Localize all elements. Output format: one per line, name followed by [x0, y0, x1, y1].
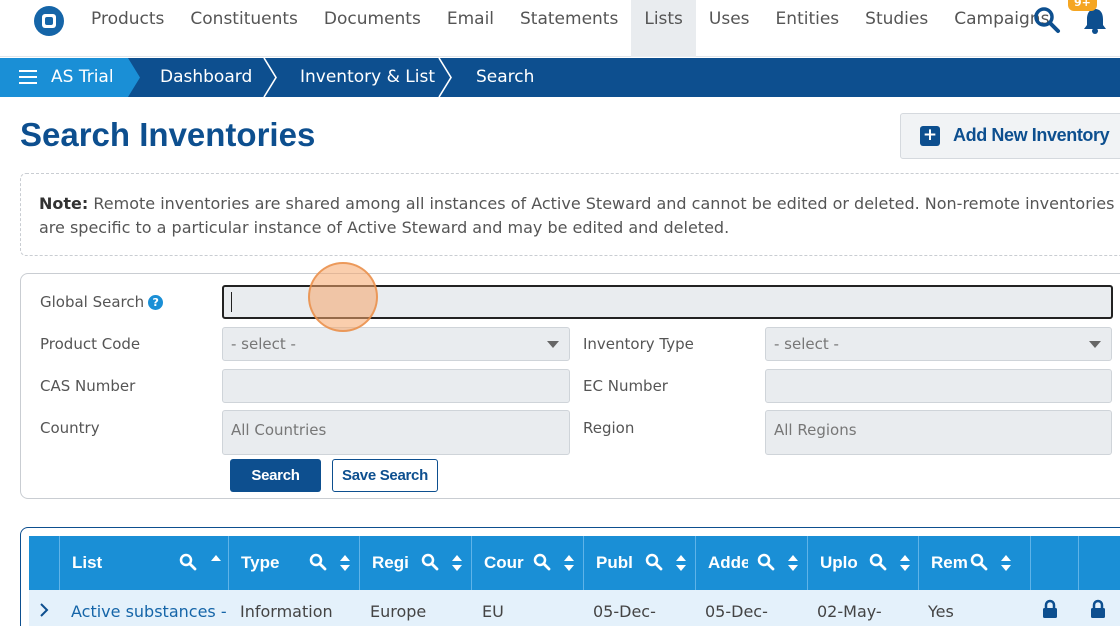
search-icon[interactable]: [421, 553, 439, 571]
country-input[interactable]: All Countries: [222, 410, 570, 455]
column-header-country[interactable]: Cour: [472, 536, 584, 590]
cell-published: 05-Dec-: [593, 602, 656, 621]
column-header-label: Type: [241, 553, 280, 572]
save-search-button[interactable]: Save Search: [332, 459, 438, 492]
plus-icon: +: [920, 126, 940, 146]
nav-item-studies[interactable]: Studies: [852, 0, 941, 57]
add-new-inventory-label: Add New Inventory: [953, 125, 1110, 145]
search-icon[interactable]: [645, 553, 663, 571]
inventory-type-label: Inventory Type: [583, 335, 694, 353]
product-code-select[interactable]: - select -: [222, 327, 570, 361]
nav-item-products[interactable]: Products: [78, 0, 177, 57]
sort-icon[interactable]: [900, 554, 910, 572]
column-header-remote[interactable]: Rem: [919, 536, 1031, 590]
chevron-right-icon: [438, 58, 452, 97]
region-input[interactable]: All Regions: [765, 410, 1112, 455]
sort-icon[interactable]: [788, 554, 798, 572]
note-label: Note:: [39, 194, 89, 213]
page-title: Search Inventories: [20, 116, 316, 153]
column-header-type[interactable]: Type: [229, 536, 360, 590]
nav-item-entities[interactable]: Entities: [763, 0, 853, 57]
sort-icon[interactable]: [1001, 554, 1011, 572]
column-header-action: [1031, 536, 1079, 590]
add-new-inventory-button[interactable]: + Add New Inventory: [900, 113, 1120, 159]
hamburger-menu-icon[interactable]: [19, 70, 37, 84]
info-note: Note: Remote inventories are shared amon…: [20, 173, 1120, 256]
global-search-label-wrap: Global Search?: [40, 293, 164, 311]
cell-country: EU: [482, 602, 504, 621]
cell-added: 05-Dec-: [705, 602, 768, 621]
note-text: Remote inventories are shared among all …: [39, 194, 1115, 237]
global-search-label: Global Search: [40, 293, 145, 311]
cell-remote: Yes: [928, 602, 954, 621]
cell-uploaded: 02-May-: [817, 602, 882, 621]
nav-item-documents[interactable]: Documents: [311, 0, 434, 57]
sort-icon[interactable]: [564, 554, 574, 572]
breadcrumb-item-dashboard[interactable]: Dashboard: [160, 58, 252, 97]
cas-number-input[interactable]: [222, 369, 570, 403]
cell-region: Europe: [370, 602, 427, 621]
nav-item-email[interactable]: Email: [434, 0, 507, 57]
column-header-action: [1079, 536, 1120, 590]
sort-icon[interactable]: [340, 554, 350, 572]
breadcrumb: AS Trial Dashboard Inventory & List Sear…: [0, 58, 1120, 97]
table-row[interactable]: Active substances - Information Europe E…: [29, 590, 1120, 626]
top-nav: Products Constituents Documents Email St…: [0, 0, 1120, 57]
search-icon[interactable]: [1033, 6, 1061, 34]
ec-number-input[interactable]: [765, 369, 1112, 403]
product-code-label: Product Code: [40, 335, 141, 353]
country-label: Country: [40, 419, 100, 437]
breadcrumb-item-inventory[interactable]: Inventory & List: [300, 58, 435, 97]
table-header: List Type Regi Cour Publ Adde Uplo Rem: [29, 536, 1120, 590]
chevron-right-icon: [263, 58, 277, 97]
column-header-label: List: [72, 553, 103, 572]
column-header-label: Cour: [484, 553, 524, 572]
column-header-label: Regi: [372, 553, 409, 572]
help-icon[interactable]: ?: [148, 295, 164, 310]
cell-list[interactable]: Active substances -: [71, 602, 227, 621]
nav-item-lists[interactable]: Lists: [631, 0, 696, 57]
search-button[interactable]: Search: [230, 459, 321, 492]
search-filters-panel: Global Search? Product Code - select - I…: [20, 273, 1120, 499]
column-header-list[interactable]: List: [60, 536, 229, 590]
breadcrumb-item-app[interactable]: AS Trial: [51, 58, 114, 97]
inventory-table: List Type Regi Cour Publ Adde Uplo Rem A…: [20, 527, 1120, 626]
search-icon[interactable]: [970, 553, 988, 571]
search-icon[interactable]: [309, 553, 327, 571]
expand-column-header: [29, 536, 60, 590]
column-header-published[interactable]: Publ: [584, 536, 696, 590]
column-header-label: Publ: [596, 553, 633, 572]
search-icon[interactable]: [179, 553, 197, 571]
column-header-label: Uplo: [820, 553, 858, 572]
breadcrumb-item-search: Search: [476, 67, 535, 87]
ec-number-label: EC Number: [583, 377, 668, 395]
column-header-region[interactable]: Regi: [360, 536, 472, 590]
column-header-label: Rem: [931, 553, 968, 572]
nav-item-constituents[interactable]: Constituents: [177, 0, 311, 57]
search-icon[interactable]: [533, 553, 551, 571]
text-cursor: [231, 292, 232, 312]
app-logo-icon[interactable]: [34, 6, 64, 36]
search-icon[interactable]: [869, 553, 887, 571]
column-header-label: Adde: [708, 553, 748, 572]
notification-badge: 9+: [1068, 0, 1097, 11]
lock-icon: [1043, 599, 1057, 618]
sort-asc-icon[interactable]: [211, 554, 221, 572]
nav-menu: Products Constituents Documents Email St…: [78, 0, 1062, 57]
chevron-right-icon[interactable]: [39, 603, 49, 617]
click-indicator: [308, 262, 378, 332]
cell-type: Information: [240, 602, 333, 621]
inventory-type-select[interactable]: - select -: [765, 327, 1112, 361]
search-icon[interactable]: [757, 553, 775, 571]
lock-icon: [1091, 599, 1105, 618]
region-label: Region: [583, 419, 635, 437]
cas-number-label: CAS Number: [40, 377, 136, 395]
nav-item-uses[interactable]: Uses: [696, 0, 763, 57]
sort-icon[interactable]: [452, 554, 462, 572]
column-header-uploaded[interactable]: Uplo: [808, 536, 919, 590]
nav-item-statements[interactable]: Statements: [507, 0, 631, 57]
sort-icon[interactable]: [676, 554, 686, 572]
column-header-added[interactable]: Adde: [696, 536, 808, 590]
